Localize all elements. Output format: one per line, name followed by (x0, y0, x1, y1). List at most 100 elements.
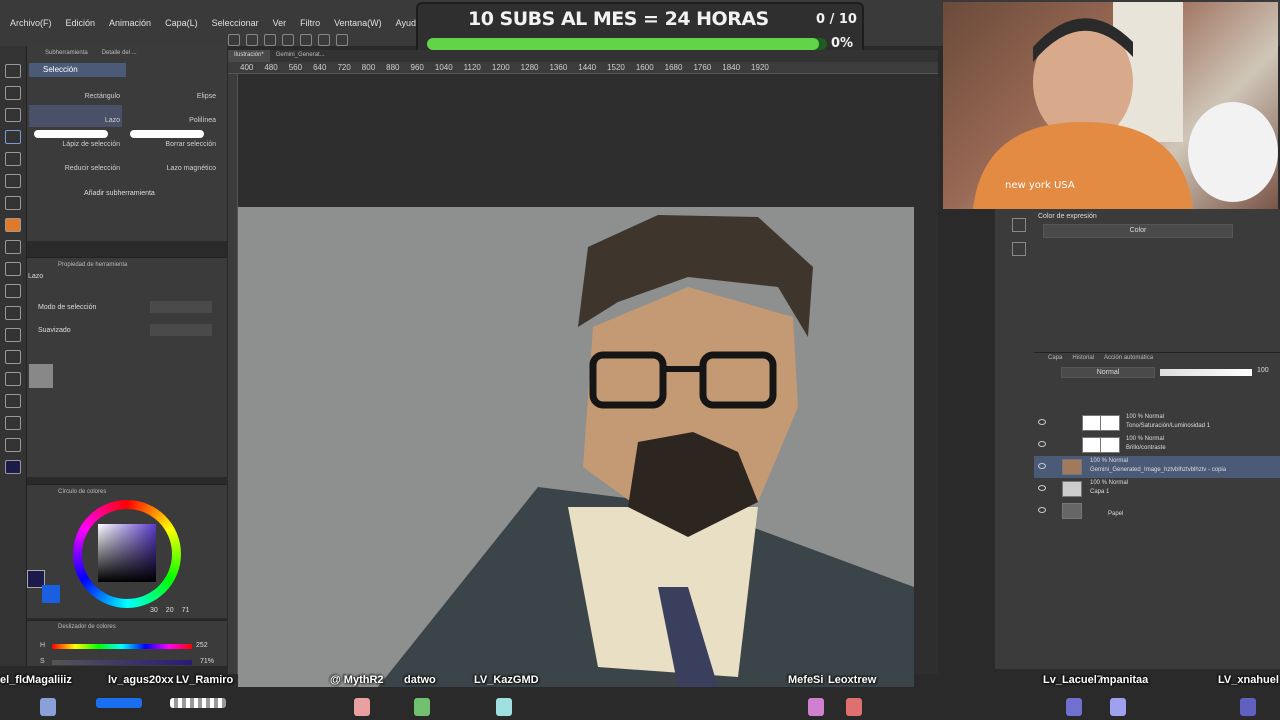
tab-subtool-detail[interactable]: Detalle del ... (102, 50, 137, 56)
eye-icon[interactable] (1038, 485, 1046, 491)
layer-row-selected[interactable]: 100 % Normal Gemini_Generated_Image_hztv… (1034, 456, 1280, 478)
ruler-tick-label: 880 (386, 63, 400, 72)
blend-icon[interactable] (5, 284, 21, 298)
webcam-feed: new york USA (943, 2, 1278, 209)
new-icon[interactable] (228, 34, 240, 46)
subtool-selection-pen[interactable]: Lápiz de selección (30, 141, 120, 148)
auto-select-icon[interactable] (5, 152, 21, 166)
color-wheel-title: Círculo de colores (58, 489, 107, 495)
subtool-shrink-selection[interactable]: Reducir selección (30, 165, 120, 172)
opacity-slider[interactable] (1160, 369, 1252, 376)
subtool-polyline[interactable]: Polilínea (126, 117, 216, 124)
chat-avatar-sprite (40, 698, 56, 716)
subtool-lasso[interactable]: Lazo (30, 117, 120, 124)
chat-name: LV_xnahuel (1218, 674, 1279, 686)
subtool-rectangle[interactable]: Rectángulo (30, 93, 120, 100)
eye-icon[interactable] (1038, 419, 1046, 425)
fill-icon[interactable] (5, 306, 21, 320)
subtool-group-label[interactable]: Selección (29, 63, 126, 77)
menu-capa[interactable]: Capa(L) (165, 0, 198, 46)
ruler-tick-label: 1840 (722, 63, 741, 72)
layer-row[interactable]: 100 % Normal Brillo/contraste (1034, 434, 1280, 456)
eye-icon[interactable] (1038, 441, 1046, 447)
move-icon[interactable] (5, 86, 21, 100)
save-icon[interactable] (264, 34, 276, 46)
selection-mode-buttons[interactable] (150, 301, 212, 313)
airbrush-icon[interactable] (5, 240, 21, 254)
ruler-labels: 400 480 560 640 720 800 880 960 1040 1120 1200 1280… (240, 63, 769, 72)
antialiasing-buttons[interactable] (150, 324, 212, 336)
frame-icon[interactable] (5, 372, 21, 386)
chat-name: @ MythR2 (330, 674, 384, 686)
saturation-value-box[interactable] (98, 524, 156, 582)
pen-icon[interactable] (5, 196, 21, 210)
add-subtool-button[interactable]: Añadir subherramienta (84, 190, 155, 197)
chat-name: lv_agus20xx (108, 674, 174, 686)
sub-color-swatch[interactable] (42, 585, 60, 603)
opacity-value[interactable]: 100 (1257, 367, 1269, 374)
subtool-erase-selection[interactable]: Borrar selección (126, 141, 216, 148)
eyedropper-icon[interactable] (5, 174, 21, 188)
menu-edicion[interactable]: Edición (66, 0, 96, 46)
navigator-icon[interactable] (1012, 218, 1026, 232)
material-icon[interactable] (1012, 242, 1026, 256)
menu-animacion[interactable]: Animación (109, 0, 151, 46)
layer-row[interactable]: 100 % Normal Tono/Saturación/Luminosidad… (1034, 412, 1280, 434)
layer-mask-thumbnail (1100, 415, 1120, 431)
expression-color-title: Color de expresión (1038, 213, 1097, 220)
layer-mode: 100 % Normal (1126, 436, 1165, 442)
balloon-icon[interactable] (5, 416, 21, 430)
command-bar (228, 32, 418, 48)
layer-row[interactable]: Papel (1034, 500, 1280, 522)
color-value-h: 30 (150, 607, 158, 614)
tab-subtool[interactable]: Subherramienta (45, 50, 88, 56)
chat-name: LV_Ramiro (176, 674, 234, 686)
blend-mode-select[interactable]: Normal (1061, 367, 1155, 378)
subtool-ellipse[interactable]: Elipse (126, 93, 216, 100)
layer-mode: 100 % Normal (1090, 458, 1129, 464)
color-swatch-icon[interactable] (5, 460, 21, 474)
deselect-icon[interactable] (336, 34, 348, 46)
zoom-icon[interactable] (5, 64, 21, 78)
chat-avatar-sprite (496, 698, 512, 716)
figure-icon[interactable] (5, 350, 21, 364)
expression-color-select[interactable]: Color (1043, 224, 1233, 238)
undo-icon[interactable] (282, 34, 294, 46)
operation-icon[interactable] (5, 108, 21, 122)
selection-tool-icon[interactable] (5, 130, 21, 144)
tab-illustration[interactable]: Ilustración* (228, 50, 270, 62)
transform-icon[interactable] (318, 34, 330, 46)
sub-goal-title: 10 SUBS AL MES = 24 HORAS (468, 8, 769, 30)
tab-history[interactable]: Historial (1072, 355, 1094, 361)
chat-name: Lv_Lacuel7 (1043, 674, 1103, 686)
gradient-icon[interactable] (5, 328, 21, 342)
open-icon[interactable] (246, 34, 258, 46)
low-poly-portrait (378, 215, 914, 687)
chat-name: el_flo (0, 674, 29, 686)
correct-line-icon[interactable] (5, 438, 21, 452)
eye-icon[interactable] (1038, 463, 1046, 469)
layer-name: Gemini_Generated_Image_hztvblhztvblhztv … (1090, 467, 1227, 473)
saturation-slider[interactable] (52, 660, 192, 665)
tab-auto-action[interactable]: Acción automática (1104, 355, 1153, 361)
brush-icon[interactable] (5, 218, 21, 232)
tab-layer[interactable]: Capa (1048, 355, 1062, 361)
hue-value: 252 (196, 642, 208, 649)
subtool-magnetic-lasso[interactable]: Lazo magnético (126, 165, 216, 172)
tool-property-name: Lazo (28, 273, 44, 280)
eye-icon[interactable] (1038, 507, 1046, 513)
chat-avatar-sprite (1240, 698, 1256, 716)
tab-gemini[interactable]: Gemini_Generat... (270, 50, 331, 62)
ruler-tick-label: 1280 (520, 63, 539, 72)
canvas-artwork[interactable] (238, 207, 914, 687)
layer-row[interactable]: 100 % Normal Capa 1 (1034, 478, 1280, 500)
hue-slider[interactable] (52, 644, 192, 649)
chat-avatar-sprite (846, 698, 862, 716)
eraser-icon[interactable] (5, 262, 21, 276)
text-icon[interactable] (5, 394, 21, 408)
chat-avatar-sprite (414, 698, 430, 716)
menu-archivo[interactable]: Archivo(F) (10, 0, 52, 46)
saturation-value: 71% (200, 658, 215, 665)
chat-name: datwo (404, 674, 436, 686)
redo-icon[interactable] (300, 34, 312, 46)
